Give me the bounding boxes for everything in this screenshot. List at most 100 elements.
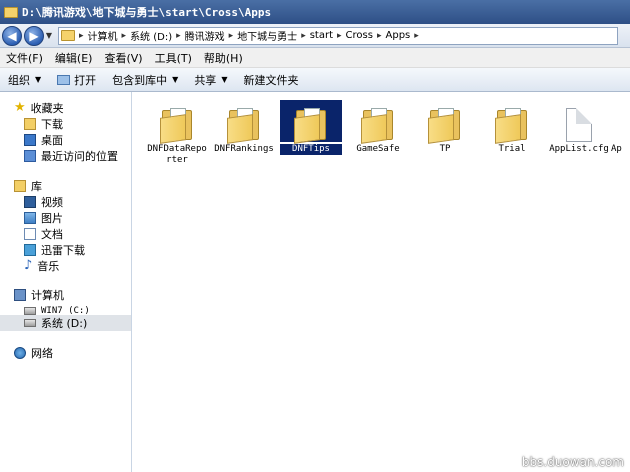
chevron-down-icon: ▼: [35, 75, 42, 84]
downloads-folder-icon: [24, 118, 36, 130]
menu-file[interactable]: 文件(F): [6, 50, 43, 66]
open-label: 打开: [74, 73, 97, 87]
command-bar: 组织 ▼ 打开 包含到库中 ▼ 共享 ▼ 新建文件夹: [0, 68, 630, 92]
nav-libraries[interactable]: 库: [14, 178, 42, 194]
nav-downloads[interactable]: 下载: [24, 116, 63, 132]
crumb-computer[interactable]: 计算机: [88, 28, 118, 43]
file-name: AppList.cfg: [549, 144, 609, 154]
file-item-applist-cfg[interactable]: AppList.cfg: [548, 100, 610, 155]
nav-libraries-label: 库: [31, 180, 42, 193]
file-icon: [566, 108, 592, 142]
crumb-tencent-games[interactable]: 腾讯游戏: [185, 28, 225, 43]
menu-edit[interactable]: 编辑(E): [55, 50, 93, 66]
drive-icon: [24, 319, 36, 327]
nav-music-label: 音乐: [37, 260, 60, 273]
menu-tools[interactable]: 工具(T): [155, 50, 192, 66]
recent-pages-dropdown[interactable]: ▼: [44, 31, 54, 40]
file-item-partial[interactable]: Ap: [610, 100, 630, 155]
documents-icon: [24, 228, 36, 240]
crumb-cross[interactable]: Cross: [346, 30, 373, 41]
back-button[interactable]: ◀: [2, 25, 22, 46]
folder-icon: [160, 108, 194, 144]
share-button[interactable]: 共享 ▼: [194, 72, 227, 88]
star-icon: ★: [14, 100, 26, 115]
folder-icon: [428, 108, 462, 144]
organize-button[interactable]: 组织 ▼: [8, 72, 41, 88]
file-item-trial[interactable]: Trial: [481, 100, 543, 155]
crumb-dnf[interactable]: 地下城与勇士: [237, 28, 297, 43]
nav-thunder-downloads[interactable]: 迅雷下载: [24, 242, 85, 258]
chevron-down-icon: ▼: [172, 75, 179, 84]
nav-recent-places[interactable]: 最近访问的位置: [24, 148, 118, 164]
nav-favorites[interactable]: ★ 收藏夹: [14, 100, 64, 116]
include-label: 包含到库中: [112, 73, 168, 87]
crumb-start[interactable]: start: [310, 30, 333, 41]
music-note-icon: ♪: [24, 258, 33, 273]
network-icon: [14, 347, 26, 359]
file-name: GameSafe: [356, 144, 400, 154]
chevron-right-icon[interactable]: ▸: [337, 31, 342, 41]
menu-help[interactable]: 帮助(H): [204, 50, 243, 66]
nav-recent-label: 最近访问的位置: [41, 150, 118, 163]
chevron-right-icon[interactable]: ▸: [79, 31, 84, 41]
new-folder-label: 新建文件夹: [243, 73, 299, 87]
nav-videos-label: 视频: [41, 196, 63, 209]
open-button[interactable]: 打开: [57, 72, 96, 88]
nav-downloads-label: 下载: [41, 118, 63, 131]
address-bar: ◀ ▶ ▼ ▸ 计算机 ▸ 系统 (D:) ▸ 腾讯游戏 ▸ 地下城与勇士 ▸ …: [0, 24, 630, 48]
nav-drive-d-label: 系统 (D:): [41, 317, 88, 330]
chevron-right-icon[interactable]: ▸: [377, 31, 382, 41]
file-name: DNFDataReporter: [147, 144, 207, 165]
nav-music[interactable]: ♪ 音乐: [24, 258, 59, 274]
nav-videos[interactable]: 视频: [24, 194, 63, 210]
file-item-gamesafe[interactable]: GameSafe: [347, 100, 409, 155]
window-title: D:\腾讯游戏\地下城与勇士\start\Cross\Apps: [22, 6, 272, 19]
chevron-right-icon[interactable]: ▸: [414, 31, 419, 41]
file-item-tp[interactable]: TP: [414, 100, 476, 155]
chevron-down-icon: ▼: [221, 75, 228, 84]
nav-computer[interactable]: 计算机: [14, 287, 64, 303]
pictures-icon: [24, 212, 36, 224]
nav-thunder-label: 迅雷下载: [41, 244, 85, 257]
file-item-dnfdatareporter[interactable]: DNFDataReporter: [146, 100, 208, 166]
recent-places-icon: [24, 150, 36, 162]
file-name: DNFTips: [280, 144, 342, 155]
chevron-right-icon[interactable]: ▸: [301, 31, 306, 41]
desktop-icon: [24, 134, 36, 146]
drive-icon: [24, 307, 36, 315]
folder-icon: [4, 6, 18, 18]
include-in-library-button[interactable]: 包含到库中 ▼: [112, 72, 178, 88]
nav-drive-d[interactable]: 系统 (D:): [0, 315, 131, 331]
folder-icon: [227, 108, 261, 144]
file-name: DNFRankings: [214, 144, 274, 154]
nav-desktop[interactable]: 桌面: [24, 132, 63, 148]
menu-view[interactable]: 查看(V): [104, 50, 142, 66]
file-name: TP: [439, 144, 451, 154]
title-bar: D:\腾讯游戏\地下城与勇士\start\Cross\Apps: [0, 0, 630, 24]
file-name: Ap: [611, 144, 622, 154]
nav-pictures[interactable]: 图片: [24, 210, 63, 226]
videos-icon: [24, 196, 36, 208]
file-item-dnfrankings[interactable]: DNFRankings: [213, 100, 275, 155]
chevron-right-icon[interactable]: ▸: [229, 31, 234, 41]
file-item-dnftips[interactable]: DNFTips: [280, 100, 342, 155]
chevron-right-icon[interactable]: ▸: [122, 31, 127, 41]
crumb-apps[interactable]: Apps: [386, 30, 411, 41]
share-label: 共享: [194, 73, 217, 87]
file-name: Trial: [498, 144, 526, 154]
libraries-icon: [14, 180, 26, 192]
nav-network[interactable]: 网络: [14, 345, 53, 361]
new-folder-button[interactable]: 新建文件夹: [243, 72, 298, 88]
watermark-text: bbs.duowan.com: [521, 455, 624, 469]
forward-button[interactable]: ▶: [24, 25, 44, 46]
crumb-drive-d[interactable]: 系统 (D:): [130, 28, 172, 43]
breadcrumb[interactable]: ▸ 计算机 ▸ 系统 (D:) ▸ 腾讯游戏 ▸ 地下城与勇士 ▸ start …: [58, 26, 618, 45]
chevron-right-icon[interactable]: ▸: [176, 31, 181, 41]
nav-documents-label: 文档: [41, 228, 63, 241]
nav-documents[interactable]: 文档: [24, 226, 63, 242]
nav-network-label: 网络: [31, 347, 53, 360]
nav-pictures-label: 图片: [41, 212, 63, 225]
folder-icon: [294, 108, 328, 144]
folder-icon: [361, 108, 395, 144]
folder-icon: [495, 108, 529, 144]
